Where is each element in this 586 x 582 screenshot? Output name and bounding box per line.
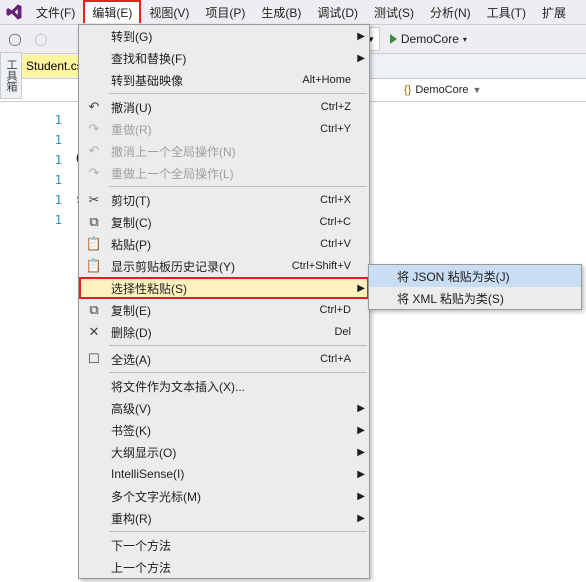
menu-edit[interactable]: 编辑(E) <box>83 0 141 23</box>
mi-paste-json[interactable]: 将 JSON 粘贴为类(J) <box>369 265 581 287</box>
mi-undo[interactable]: ↶撤消(U)Ctrl+Z <box>79 96 369 118</box>
redo-icon: ↷ <box>83 118 105 140</box>
menu-build[interactable]: 生成(B) <box>253 1 309 24</box>
paste-icon: 📋 <box>83 255 105 277</box>
mi-find[interactable]: 查找和替换(F)▶ <box>79 47 369 69</box>
menu-file[interactable]: 文件(F) <box>28 1 83 24</box>
cut-icon: ✂ <box>83 189 105 211</box>
mi-delete[interactable]: ✕删除(D)Del <box>79 321 369 343</box>
mi-prev-method[interactable]: 上一个方法 <box>79 556 369 578</box>
nav-fwd-icon[interactable]: ◯ <box>30 28 52 50</box>
mi-insert-file[interactable]: 将文件作为文本插入(X)... <box>79 375 369 397</box>
mi-cliphist[interactable]: 📋显示剪贴板历史记录(Y)Ctrl+Shift+V <box>79 255 369 277</box>
menu-ext[interactable]: 扩展 <box>534 1 574 24</box>
mi-paste-xml[interactable]: 将 XML 粘贴为类(S) <box>369 287 581 309</box>
menu-test[interactable]: 测试(S) <box>366 1 422 24</box>
namespace-icon: {} <box>404 84 411 96</box>
delete-icon: ✕ <box>83 321 105 343</box>
edit-menu: 转到(G)▶ 查找和替换(F)▶ 转到基础映像Alt+Home ↶撤消(U)Ct… <box>78 24 370 579</box>
mi-cut[interactable]: ✂剪切(T)Ctrl+X <box>79 189 369 211</box>
nav-back-icon[interactable]: ◯ <box>4 28 26 50</box>
undo-icon: ↶ <box>83 140 105 162</box>
mi-intellisense[interactable]: IntelliSense(I)▶ <box>79 463 369 485</box>
mi-paste[interactable]: 📋粘贴(P)Ctrl+V <box>79 233 369 255</box>
redo-icon: ↷ <box>83 162 105 184</box>
toolbox-sidetab[interactable]: 工具箱 <box>0 52 22 99</box>
selectall-icon: ☐ <box>83 348 105 370</box>
mi-duplicate[interactable]: ⧉复制(E)Ctrl+D <box>79 299 369 321</box>
mi-advanced[interactable]: 高级(V)▶ <box>79 397 369 419</box>
paste-special-submenu: 将 JSON 粘贴为类(J) 将 XML 粘贴为类(S) <box>368 264 582 310</box>
vs-logo-icon <box>0 0 28 24</box>
mi-next-method[interactable]: 下一个方法 <box>79 534 369 556</box>
menu-analyze[interactable]: 分析(N) <box>422 1 479 24</box>
mi-goto[interactable]: 转到(G)▶ <box>79 25 369 47</box>
menu-tools[interactable]: 工具(T) <box>479 1 534 24</box>
menu-project[interactable]: 项目(P) <box>197 1 253 24</box>
mi-copy[interactable]: ⧉复制(C)Ctrl+C <box>79 211 369 233</box>
menu-view[interactable]: 视图(V) <box>141 1 197 24</box>
mi-paste-special[interactable]: 选择性粘贴(S)▶ <box>79 277 369 299</box>
mi-redo-global[interactable]: ↷重做上一个全局操作(L) <box>79 162 369 184</box>
mi-outlining[interactable]: 大纲显示(O)▶ <box>79 441 369 463</box>
mi-select-all[interactable]: ☐全选(A)Ctrl+A <box>79 348 369 370</box>
mi-refactor[interactable]: 重构(R)▶ <box>79 507 369 529</box>
line-gutter: 111111 <box>18 110 68 230</box>
menu-debug[interactable]: 调试(D) <box>309 1 366 24</box>
menubar: 文件(F) 编辑(E) 视图(V) 项目(P) 生成(B) 调试(D) 测试(S… <box>0 0 586 25</box>
run-button[interactable]: DemoCore▾ <box>384 32 473 46</box>
undo-icon: ↶ <box>83 96 105 118</box>
mi-undo-global[interactable]: ↶撤消上一个全局操作(N) <box>79 140 369 162</box>
mi-redo[interactable]: ↷重做(R)Ctrl+Y <box>79 118 369 140</box>
mi-bookmarks[interactable]: 书签(K)▶ <box>79 419 369 441</box>
mi-multicaret[interactable]: 多个文字光标(M)▶ <box>79 485 369 507</box>
breadcrumb-namespace[interactable]: {} DemoCore ▼ <box>398 84 487 96</box>
paste-icon: 📋 <box>83 233 105 255</box>
mi-gotobase[interactable]: 转到基础映像Alt+Home <box>79 69 369 91</box>
copy-icon: ⧉ <box>83 211 105 233</box>
copy-icon: ⧉ <box>83 299 105 321</box>
